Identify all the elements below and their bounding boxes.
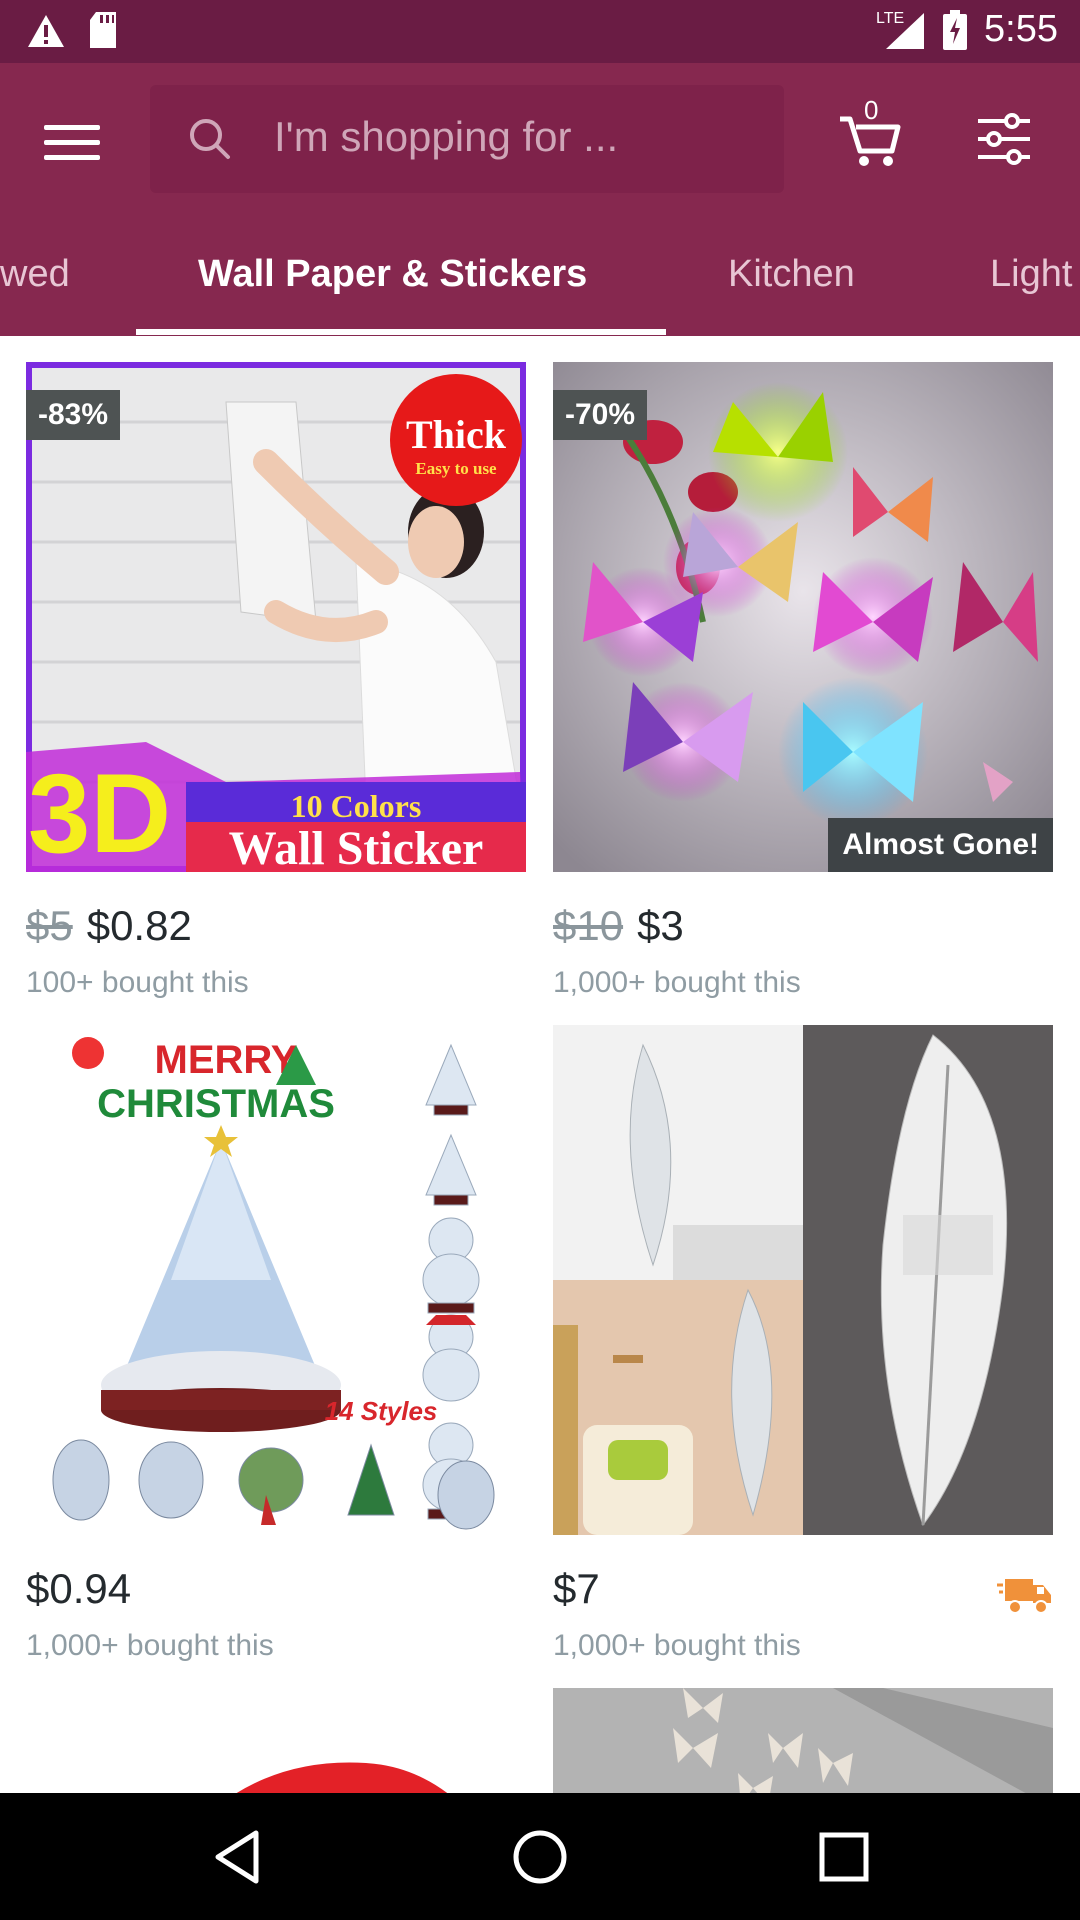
merry-text: MERRY: [155, 1038, 298, 1082]
tab-light[interactable]: Light: [990, 253, 1072, 296]
tab-wall-paper-stickers[interactable]: Wall Paper & Stickers: [198, 253, 587, 296]
badge-subtitle: Easy to use: [415, 459, 497, 478]
search-input[interactable]: I'm shopping for ...: [274, 113, 618, 161]
price-row: $5 $0.82: [26, 902, 192, 950]
product-image[interactable]: [553, 1688, 1053, 1793]
product-image[interactable]: -70% Almost Gone!: [553, 362, 1053, 872]
active-tab-indicator: [136, 329, 666, 335]
price-row: $0.94: [26, 1565, 131, 1613]
home-button[interactable]: [508, 1825, 572, 1889]
product-image[interactable]: [26, 1688, 526, 1793]
current-price: $0.94: [26, 1565, 132, 1612]
status-bar: LTE 5:55: [0, 0, 1080, 63]
product-card[interactable]: [553, 1688, 1053, 1793]
app-bar: I'm shopping for ... 0 wed Wall Paper & …: [0, 63, 1080, 336]
cart-button[interactable]: 0: [836, 95, 904, 169]
price-row: $10 $3: [553, 902, 684, 950]
almost-gone-tag: Almost Gone!: [828, 818, 1053, 872]
recents-button[interactable]: [812, 1825, 876, 1889]
battery-icon: [943, 9, 968, 50]
bought-count: 1,000+ bought this: [26, 1629, 274, 1662]
current-price: $7: [553, 1565, 600, 1612]
discount-badge: -83%: [26, 390, 121, 440]
discount-badge: -70%: [553, 390, 648, 440]
category-tabs: wed Wall Paper & Stickers Kitchen Light: [0, 253, 1080, 336]
truck-icon: [997, 1579, 1051, 1614]
back-button[interactable]: [206, 1825, 270, 1889]
warning-icon: [28, 15, 64, 47]
tab-viewed[interactable]: wed: [0, 253, 70, 296]
signal-icon: LTE: [876, 10, 925, 49]
current-price: $0.82: [86, 902, 192, 949]
tab-kitchen[interactable]: Kitchen: [728, 253, 855, 296]
product-card[interactable]: [26, 1688, 526, 1793]
badge-title: Thick: [406, 412, 507, 457]
product-image[interactable]: MERRY CHRISTMAS 14 Styles: [26, 1025, 526, 1535]
product-image[interactable]: Thick Easy to use 3D 10 Colors Wall Stic…: [26, 362, 526, 872]
network-label: LTE: [876, 10, 904, 27]
bought-count: 100+ bought this: [26, 966, 249, 999]
filter-button[interactable]: [976, 111, 1032, 167]
search-icon: [190, 119, 230, 159]
search-bar[interactable]: I'm shopping for ...: [150, 85, 784, 193]
clock: 5:55: [984, 8, 1058, 50]
sliders-icon: [978, 113, 1030, 165]
christmas-text: CHRISTMAS: [97, 1082, 335, 1126]
system-nav-bar: [0, 1793, 1080, 1920]
styles-text: 14 Styles: [325, 1396, 438, 1426]
image-banner-text: Wall Sticker: [229, 822, 484, 872]
product-image[interactable]: [553, 1025, 1053, 1535]
bought-count: 1,000+ bought this: [553, 966, 801, 999]
image-colors-text: 10 Colors: [291, 788, 422, 824]
product-grid: Thick Easy to use 3D 10 Colors Wall Stic…: [0, 336, 1080, 1793]
sd-card-icon: [90, 12, 116, 48]
cart-count: 0: [864, 95, 879, 125]
bought-count: 1,000+ bought this: [553, 1629, 801, 1662]
menu-button[interactable]: [40, 115, 104, 175]
original-price: $10: [553, 902, 624, 949]
price-row: $7: [553, 1565, 600, 1613]
current-price: $3: [637, 902, 684, 949]
image-3d-text: 3D: [28, 751, 171, 872]
original-price: $5: [26, 902, 73, 949]
